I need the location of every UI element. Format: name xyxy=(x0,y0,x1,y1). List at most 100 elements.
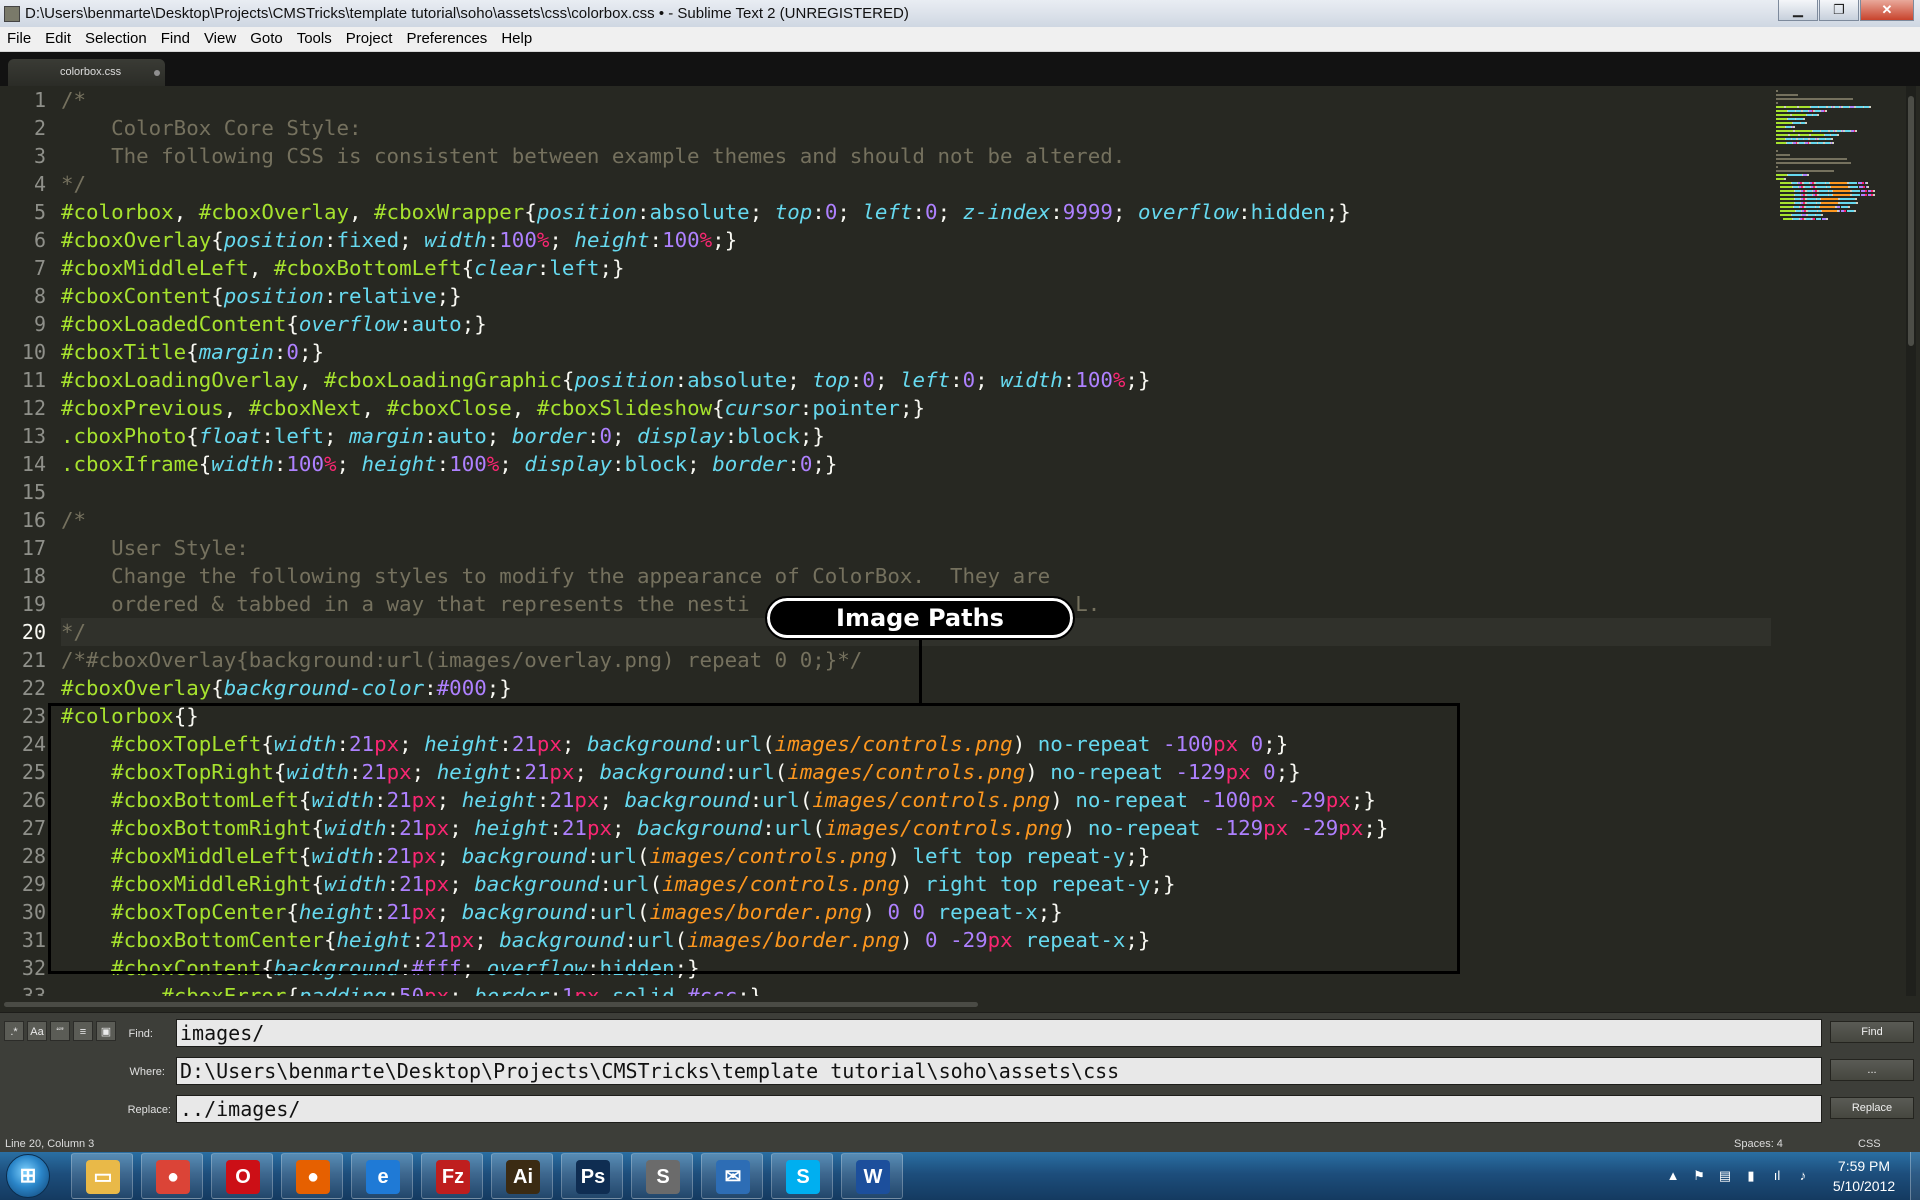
network-icon[interactable]: ıl xyxy=(1768,1167,1786,1185)
code-line[interactable]: #cboxOverlay{background-color:#000;} xyxy=(61,674,1771,702)
menu-goto[interactable]: Goto xyxy=(243,27,290,51)
code-line[interactable]: #cboxLoadingOverlay, #cboxLoadingGraphic… xyxy=(61,366,1771,394)
show-context-toggle-icon[interactable]: ≡ xyxy=(73,1021,93,1041)
clock[interactable]: 7:59 PM 5/10/2012 xyxy=(1824,1156,1904,1196)
unsaved-dot-icon[interactable] xyxy=(154,70,160,76)
syntax-setting[interactable]: CSS xyxy=(1858,1136,1881,1152)
code-line[interactable]: */ xyxy=(61,170,1771,198)
minimap-stroke xyxy=(1776,138,1785,140)
replace-input[interactable]: ../images/ xyxy=(176,1095,1822,1123)
code-token: z-index xyxy=(962,200,1051,224)
code-token: , xyxy=(361,396,387,420)
code-token: clear xyxy=(474,256,537,280)
taskbar-button[interactable]: e xyxy=(351,1153,413,1199)
battery-icon[interactable]: ▤ xyxy=(1716,1167,1734,1185)
regex-toggle-icon[interactable]: .* xyxy=(4,1021,24,1041)
minimap-stroke xyxy=(1826,162,1851,164)
taskbar-button[interactable]: Fz xyxy=(421,1153,483,1199)
code-line[interactable]: .cboxIframe{width:100%; height:100%; dis… xyxy=(61,450,1771,478)
minimap-stroke xyxy=(1776,170,1834,172)
taskbar-button[interactable]: ● xyxy=(141,1153,203,1199)
menu-project[interactable]: Project xyxy=(339,27,400,51)
volume-icon[interactable]: ♪ xyxy=(1794,1167,1812,1185)
code-line[interactable]: #colorbox, #cboxOverlay, #cboxWrapper{po… xyxy=(61,198,1771,226)
menu-preferences[interactable]: Preferences xyxy=(399,27,494,51)
show-desktop-button[interactable] xyxy=(1910,1152,1920,1200)
minimize-button[interactable]: ▁ xyxy=(1778,0,1818,21)
menu-file[interactable]: File xyxy=(0,27,38,51)
find-button[interactable]: Find xyxy=(1830,1021,1914,1043)
menu-tools[interactable]: Tools xyxy=(290,27,339,51)
action-center-flag-icon[interactable]: ⚑ xyxy=(1690,1167,1708,1185)
find-input[interactable]: images/ xyxy=(176,1019,1822,1047)
show-hidden-icons-icon[interactable]: ▲ xyxy=(1664,1167,1682,1185)
menu-find[interactable]: Find xyxy=(154,27,197,51)
replace-button[interactable]: Replace xyxy=(1830,1097,1914,1119)
code-line[interactable]: /* xyxy=(61,506,1771,534)
code-token: 0 xyxy=(286,340,299,364)
start-button[interactable]: ⊞ xyxy=(6,1154,50,1198)
close-button[interactable]: ✕ xyxy=(1860,0,1914,21)
maximize-button[interactable]: ❐ xyxy=(1819,0,1859,21)
code-line[interactable]: #cboxOverlay{position:fixed; width:100%;… xyxy=(61,226,1771,254)
minimap[interactable] xyxy=(1776,90,1914,260)
code-line[interactable]: User Style: xyxy=(61,534,1771,562)
code-line[interactable]: #cboxMiddleLeft, #cboxBottomLeft{clear:l… xyxy=(61,254,1771,282)
horizontal-scrollbar[interactable] xyxy=(4,1002,978,1007)
code-line[interactable]: #cboxError{padding:50px; border:1px soli… xyxy=(61,982,1771,996)
device-icon[interactable]: ▮ xyxy=(1742,1167,1760,1185)
code-line[interactable]: #cboxLoadedContent{overflow:auto;} xyxy=(61,310,1771,338)
minimap-stroke xyxy=(1865,194,1867,196)
vertical-scrollbar[interactable] xyxy=(1906,86,1916,996)
taskbar-button[interactable]: S xyxy=(771,1153,833,1199)
code-line[interactable]: #cboxContent{position:relative;} xyxy=(61,282,1771,310)
menu-selection[interactable]: Selection xyxy=(78,27,154,51)
taskbar-button[interactable]: Ai xyxy=(491,1153,553,1199)
menu-edit[interactable]: Edit xyxy=(38,27,78,51)
menu-help[interactable]: Help xyxy=(494,27,539,51)
filezilla-icon: Fz xyxy=(436,1160,470,1194)
code-token: hidden xyxy=(1250,200,1326,224)
vertical-scrollbar-thumb[interactable] xyxy=(1908,96,1914,346)
menu-view[interactable]: View xyxy=(197,27,243,51)
code-line[interactable]: Change the following styles to modify th… xyxy=(61,562,1771,590)
code-line[interactable]: #cboxPrevious, #cboxNext, #cboxClose, #c… xyxy=(61,394,1771,422)
code-line[interactable] xyxy=(61,478,1771,506)
where-input[interactable]: D:\Users\benmarte\Desktop\Projects\CMSTr… xyxy=(176,1057,1822,1085)
code-token: auto xyxy=(411,312,462,336)
code-token: ;} xyxy=(812,452,838,476)
minimap-stroke xyxy=(1832,142,1834,144)
taskbar-button[interactable]: W xyxy=(841,1153,903,1199)
code-line[interactable]: #cboxTitle{margin:0;} xyxy=(61,338,1771,366)
tab-colorbox-css[interactable]: colorbox.css xyxy=(8,59,165,86)
code-line[interactable]: /*#cboxOverlay{background:url(images/ove… xyxy=(61,646,1771,674)
minimap-stroke xyxy=(1855,198,1857,200)
indentation-setting[interactable]: Spaces: 4 xyxy=(1734,1136,1783,1152)
taskbar-button[interactable]: O xyxy=(211,1153,273,1199)
code-token: px xyxy=(574,984,600,996)
taskbar-button[interactable]: ✉ xyxy=(701,1153,763,1199)
minimap-stroke xyxy=(1786,106,1797,108)
minimap-stroke xyxy=(1808,214,1815,216)
taskbar-button[interactable]: S xyxy=(631,1153,693,1199)
taskbar-button[interactable]: ▭ xyxy=(71,1153,133,1199)
where-options-button[interactable]: ... xyxy=(1830,1059,1914,1081)
code-line[interactable]: The following CSS is consistent between … xyxy=(61,142,1771,170)
code-token: absolute xyxy=(649,200,750,224)
taskbar-button[interactable]: ● xyxy=(281,1153,343,1199)
case-sensitive-toggle-icon[interactable]: Aa xyxy=(27,1021,47,1041)
code-token: block xyxy=(624,452,688,476)
code-line[interactable]: .cboxPhoto{float:left; margin:auto; bord… xyxy=(61,422,1771,450)
code-token: : xyxy=(486,228,500,252)
code-line[interactable]: ColorBox Core Style: xyxy=(61,114,1771,142)
sublime-app-icon[interactable] xyxy=(4,6,20,22)
code-token: { xyxy=(286,312,299,336)
whole-word-toggle-icon[interactable]: “” xyxy=(50,1021,70,1041)
taskbar-button[interactable]: Ps xyxy=(561,1153,623,1199)
line-number: 21 xyxy=(21,648,46,672)
minimap-stroke xyxy=(1776,106,1784,108)
minimap-stroke xyxy=(1776,154,1790,156)
code-line[interactable]: /* xyxy=(61,86,1771,114)
